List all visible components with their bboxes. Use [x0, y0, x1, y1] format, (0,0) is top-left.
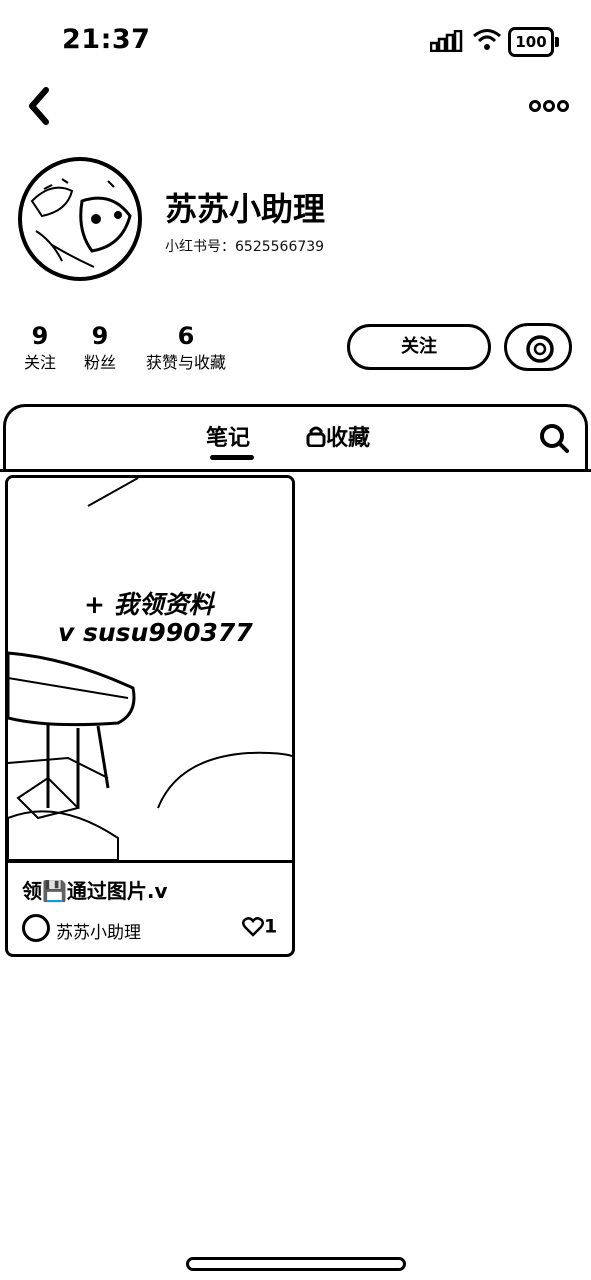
note-author-avatar	[22, 914, 50, 942]
tab-collections-label: 收藏	[326, 426, 371, 451]
note-like-button[interactable]: 1	[242, 915, 277, 938]
status-time: 21:37	[62, 24, 151, 55]
chevron-left-icon	[29, 87, 49, 125]
note-author-name: 苏苏小助理	[56, 923, 141, 943]
tab-notes[interactable]: 笔记	[206, 420, 250, 452]
chat-bubble-icon	[526, 335, 554, 363]
stat-followers[interactable]: 9 粉丝	[80, 322, 120, 374]
cover-text-line2: v susu990377	[58, 618, 253, 647]
battery-indicator: 100	[508, 27, 559, 57]
search-icon	[540, 424, 569, 453]
stat-following-label: 关注	[23, 353, 56, 372]
note-title: 领💾通过图片.v	[22, 879, 168, 903]
cover-text-line1: + 我领资料	[84, 590, 214, 619]
note-cover-image: + 我领资料 v susu990377	[8, 478, 292, 863]
stat-following-value: 9	[31, 322, 49, 350]
stat-following[interactable]: 9 关注	[20, 322, 60, 374]
wifi-icon	[473, 29, 501, 50]
more-dots-icon	[529, 100, 569, 112]
tab-divider	[0, 469, 591, 472]
message-button[interactable]	[504, 323, 572, 371]
tab-collections[interactable]: 收藏	[306, 420, 370, 452]
stat-followers-label: 粉丝	[83, 353, 116, 372]
home-indicator[interactable]	[186, 1257, 406, 1271]
search-button[interactable]	[538, 422, 570, 454]
back-button[interactable]	[22, 84, 58, 128]
stat-followers-value: 9	[91, 322, 109, 350]
more-options-button[interactable]	[528, 94, 570, 118]
lock-icon	[306, 426, 326, 448]
note-card[interactable]: + 我领资料 v susu990377 领💾通过图片.v 苏苏小助理 1	[5, 475, 295, 957]
heart-icon	[242, 916, 264, 937]
status-bar: 21:37 100	[0, 0, 591, 80]
profile-red-id: 小红书号：6525566739	[165, 239, 325, 255]
stat-likes-collects-value: 6	[177, 322, 195, 350]
content-tab-bar	[3, 404, 588, 470]
cover-illustration	[8, 478, 292, 860]
stat-likes-collects-label: 获赞与收藏	[145, 353, 226, 372]
follow-button[interactable]: 关注	[347, 324, 491, 370]
cellular-signal-icon	[430, 30, 463, 52]
stat-likes-collects[interactable]: 6 获赞与收藏	[140, 322, 232, 374]
note-like-count: 1	[264, 915, 278, 938]
active-tab-indicator	[210, 455, 254, 460]
profile-name: 苏苏小助理	[165, 190, 326, 228]
profile-avatar[interactable]	[18, 157, 142, 281]
avatar-illustration	[24, 163, 136, 275]
